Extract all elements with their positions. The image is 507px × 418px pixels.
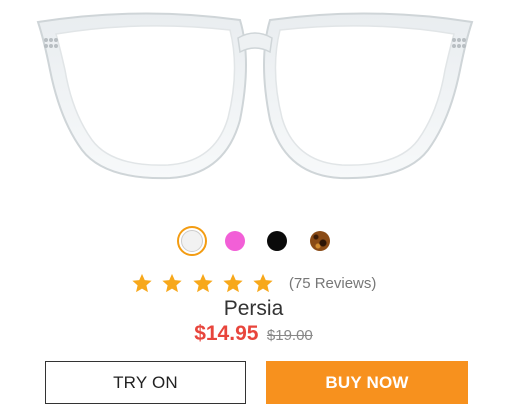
reviews-count[interactable]: (75 Reviews) — [289, 275, 377, 292]
swatch-pink[interactable] — [220, 226, 250, 256]
star-icon — [223, 273, 243, 293]
price-block: $14.95 $19.00 — [0, 322, 507, 346]
swatch-black[interactable] — [262, 226, 292, 256]
product-image — [36, 12, 474, 180]
swatch-clear[interactable] — [177, 226, 207, 256]
swatch-black-dot — [267, 231, 287, 251]
color-swatches — [0, 226, 507, 256]
rating-row: (75 Reviews) — [0, 272, 507, 298]
buy-now-button[interactable]: BUY NOW — [266, 361, 468, 404]
swatch-pink-dot — [225, 231, 245, 251]
star-icon — [253, 273, 274, 293]
star-icon — [162, 273, 182, 293]
star-icon — [131, 273, 152, 293]
current-price: $14.95 — [194, 322, 259, 345]
original-price: $19.00 — [266, 327, 313, 344]
product-name[interactable]: Persia — [0, 297, 507, 321]
swatch-clear-dot — [181, 230, 203, 252]
star-rating — [131, 272, 279, 294]
swatch-tortoise-dot — [310, 231, 330, 251]
star-icon — [192, 273, 213, 293]
swatch-tortoise[interactable] — [305, 226, 335, 256]
try-on-button[interactable]: TRY ON — [45, 361, 246, 404]
